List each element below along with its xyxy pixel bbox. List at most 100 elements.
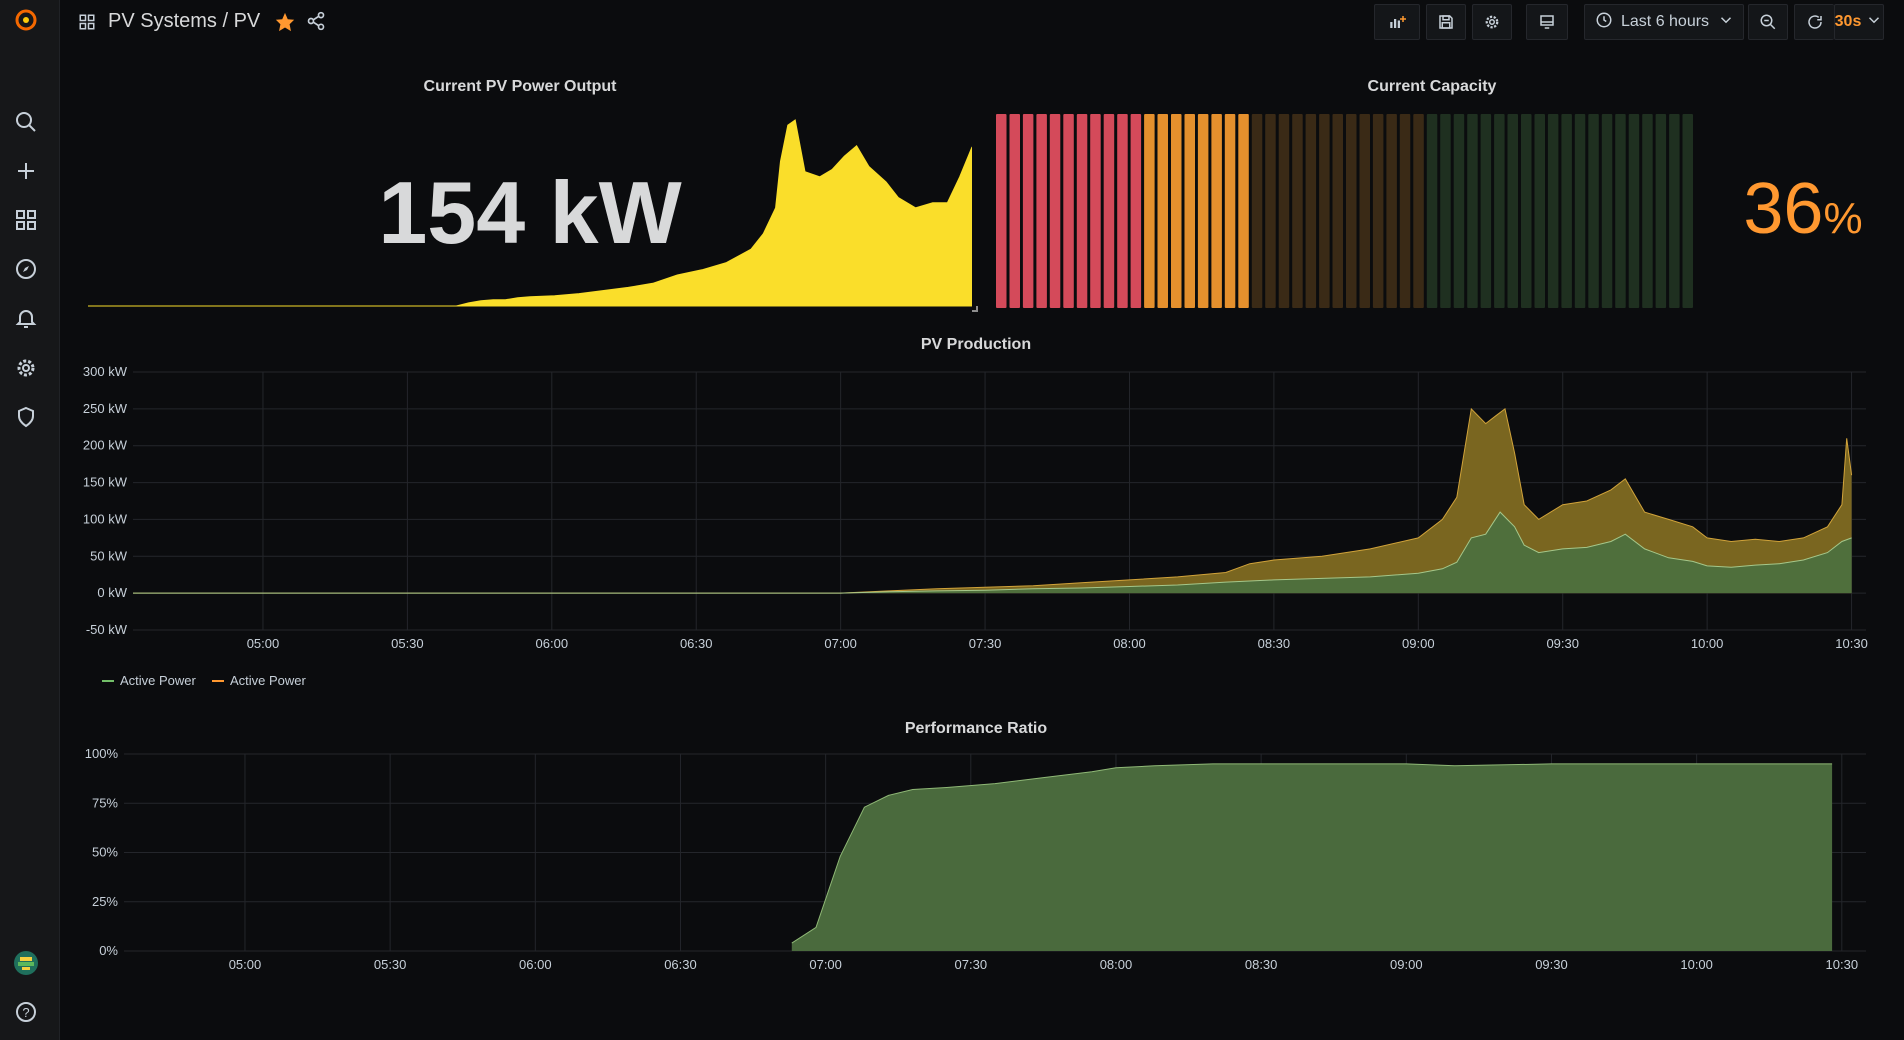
cycle-view-mode-button[interactable] [1526,4,1568,40]
gauge-cell [1224,114,1236,308]
gauge-cell [1561,114,1572,308]
help-icon[interactable]: ? [12,998,40,1026]
panel-title[interactable]: Performance Ratio [76,720,1876,738]
gauge-cell [1615,114,1626,308]
gauge-cell [1453,114,1465,308]
gauge-cell [1157,114,1168,308]
x-tick-label: 09:30 [1535,957,1568,972]
y-tick-label: 25% [92,894,118,909]
gauge-cell [1090,114,1101,308]
gauge-cell [1022,114,1034,308]
gauge-cell [1480,114,1492,308]
gauge-cell [1399,114,1411,308]
refresh-interval-picker[interactable]: 30s [1834,4,1884,40]
x-tick-label: 10:00 [1680,957,1713,972]
legend-swatch [212,679,224,682]
panel-performance-ratio: Performance Ratio 0% 25% 50% 75% 100% 05:00 05… [76,714,1876,1004]
series-area [791,763,1833,951]
gauge-cell [1292,114,1303,308]
zoom-out-button[interactable] [1748,4,1788,40]
gauge-cell [1669,114,1680,308]
gauge-cell [1117,114,1128,308]
gauge-cell [1076,114,1088,308]
x-tick-label: 07:00 [809,957,842,972]
grafana-logo-icon[interactable] [12,6,40,34]
x-tick-label: 07:30 [969,636,1002,651]
gear-icon[interactable] [12,354,40,382]
x-tick-label: 08:00 [1113,636,1146,651]
legend-label: Active Power [230,673,306,688]
dashboard-settings-button[interactable] [1472,4,1512,40]
gauge-cell [1574,114,1586,308]
gauge-cell [1601,114,1613,308]
alerting-bell-icon[interactable] [12,304,40,332]
stat-unit: kW [549,163,682,262]
x-tick-label: 05:00 [247,636,280,651]
panel-current-pv-power-output: Current PV Power Output 154 kW [88,70,978,316]
gauge-cell [1534,114,1545,308]
sidebar: ? [0,0,60,1040]
gauge-cell [1063,114,1074,308]
y-tick-label: 50 kW [90,548,128,563]
pv-production-chart: -50 kW 0 kW 50 kW 100 kW 150 kW 200 kW 250 kW 3… [83,364,1868,651]
panel-title[interactable]: Current Capacity [996,78,1868,96]
gauge-cell [1265,114,1276,308]
gauge-cell [1521,114,1532,308]
y-tick-label: 75% [92,795,118,810]
gauge-cell [1103,114,1115,308]
dashboards-grid-icon [78,13,96,36]
star-icon[interactable] [274,11,296,38]
gauge-cell [1278,114,1290,308]
capacity-number: 36 [1743,169,1824,249]
y-tick-label: 100 kW [83,511,128,526]
gauge-cell [1628,114,1640,308]
gauge-cell [1332,114,1343,308]
gauge-cell [1144,114,1155,308]
panel-title[interactable]: PV Production [76,336,1876,354]
gauge-cell [1372,114,1384,308]
explore-compass-icon[interactable] [12,255,40,283]
gauge-cell [1009,114,1020,308]
add-panel-button[interactable] [1374,4,1420,40]
y-tick-label: 150 kW [83,475,128,490]
plus-icon[interactable] [12,157,40,185]
gauge-cell [1547,114,1559,308]
avatar[interactable] [12,949,40,977]
x-tick-label: 10:30 [1835,636,1868,651]
panel-current-capacity: Current Capacity 36% [996,70,1876,316]
gauge-cell [1251,114,1263,308]
shield-icon[interactable] [12,403,40,431]
legend-item-active-power-green[interactable]: Active Power [102,673,196,688]
search-icon[interactable] [12,108,40,136]
time-range-picker[interactable]: Last 6 hours [1584,4,1744,40]
resize-handle-icon[interactable] [972,306,978,312]
dashboard-breadcrumb[interactable]: PV Systems / PV [108,10,260,33]
x-tick-label: 09:00 [1402,636,1435,651]
gauge-cell [1238,114,1249,308]
gauge-cell [1507,114,1518,308]
gauge-cell [1319,114,1330,308]
share-icon[interactable] [306,11,326,36]
x-tick-label: 06:30 [680,636,713,651]
x-tick-label: 10:00 [1691,636,1724,651]
refresh-button[interactable] [1794,4,1834,40]
panel-pv-production: PV Production -50 kW 0 kW 50 kW 100 kW 150 k… [76,330,1876,700]
gauge-cell [1184,114,1195,308]
gauge-cell [1036,114,1047,308]
x-tick-label: 06:00 [519,957,552,972]
chevron-down-icon [1865,11,1883,34]
y-tick-label: 50% [92,845,118,860]
save-dashboard-button[interactable] [1426,4,1466,40]
x-tick-label: 08:30 [1245,957,1278,972]
gauge-cell [1130,114,1142,308]
dashboards-icon[interactable] [12,206,40,234]
gauge-cell [1346,114,1357,308]
gauge-cell [1494,114,1505,308]
gauge-cell [1426,114,1438,308]
x-tick-label: 06:00 [536,636,569,651]
gauge-cell [1305,114,1317,308]
capacity-value: 36% [1738,168,1868,250]
y-tick-label: 100% [85,746,119,761]
legend-item-active-power-orange[interactable]: Active Power [212,673,306,688]
gauge-cell [1211,114,1222,308]
